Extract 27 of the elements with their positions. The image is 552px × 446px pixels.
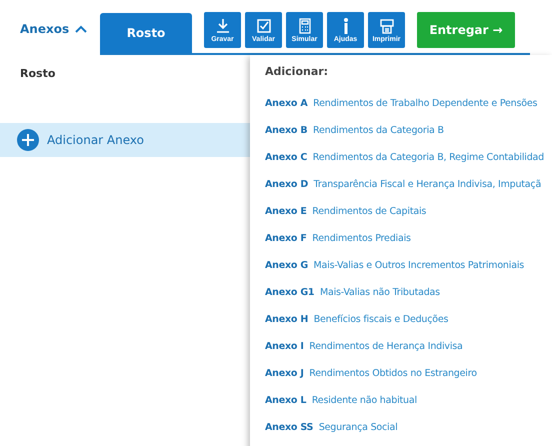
chevron-icon [75, 25, 88, 33]
annex-option[interactable]: Anexo B Rendimentos da Categoria B [265, 125, 552, 152]
submit-button[interactable]: Entregar → [417, 12, 515, 48]
annex-option[interactable]: Anexo G1 Mais-Valias não Tributadas [265, 287, 552, 314]
printer-icon [378, 18, 394, 34]
checkbox-icon [256, 18, 272, 34]
calculator-icon [296, 18, 312, 34]
annex-option[interactable]: Anexo F Rendimentos Prediais [265, 233, 552, 260]
info-icon [344, 18, 348, 34]
annex-option[interactable]: Anexo G Mais-Valias e Outros Incrementos Patrimoniais [265, 260, 552, 287]
plus-icon [17, 129, 39, 151]
annex-option[interactable]: Anexo E Rendimentos de Capitais [265, 206, 552, 233]
annex-option[interactable]: Anexo C Rendimentos da Categoria B, Regime Contabilidad [265, 152, 552, 179]
download-icon [214, 18, 230, 34]
add-annex-label: Adicionar Anexo [47, 133, 144, 147]
annex-option[interactable]: Anexo L Residente não habitual [265, 395, 552, 422]
annex-option[interactable]: Anexo A Rendimentos de Trabalho Dependente e Pensões [265, 98, 552, 125]
rosto-tab[interactable]: Rosto [100, 13, 192, 53]
annex-option[interactable]: Anexo SS Segurança Social [265, 422, 552, 446]
annex-option[interactable]: Anexo J Rendimentos Obtidos no Estrangeiro [265, 368, 552, 395]
sidebar-item[interactable]: Rosto [0, 63, 250, 113]
annexes-menu[interactable]: Anexos [0, 11, 100, 47]
add-annex-item[interactable]: Adicionar Anexo [0, 123, 250, 157]
annex-option[interactable]: Anexo I Rendimentos de Herança Indivisa [265, 341, 552, 368]
annex-option[interactable]: Anexo D Transparência Fiscal e Herança Indivisa, Imputaçã [265, 179, 552, 206]
dropdown-title: Adicionar: [265, 65, 330, 78]
annex-option[interactable]: Anexo H Benefícios fiscais e Deduções [265, 314, 552, 341]
